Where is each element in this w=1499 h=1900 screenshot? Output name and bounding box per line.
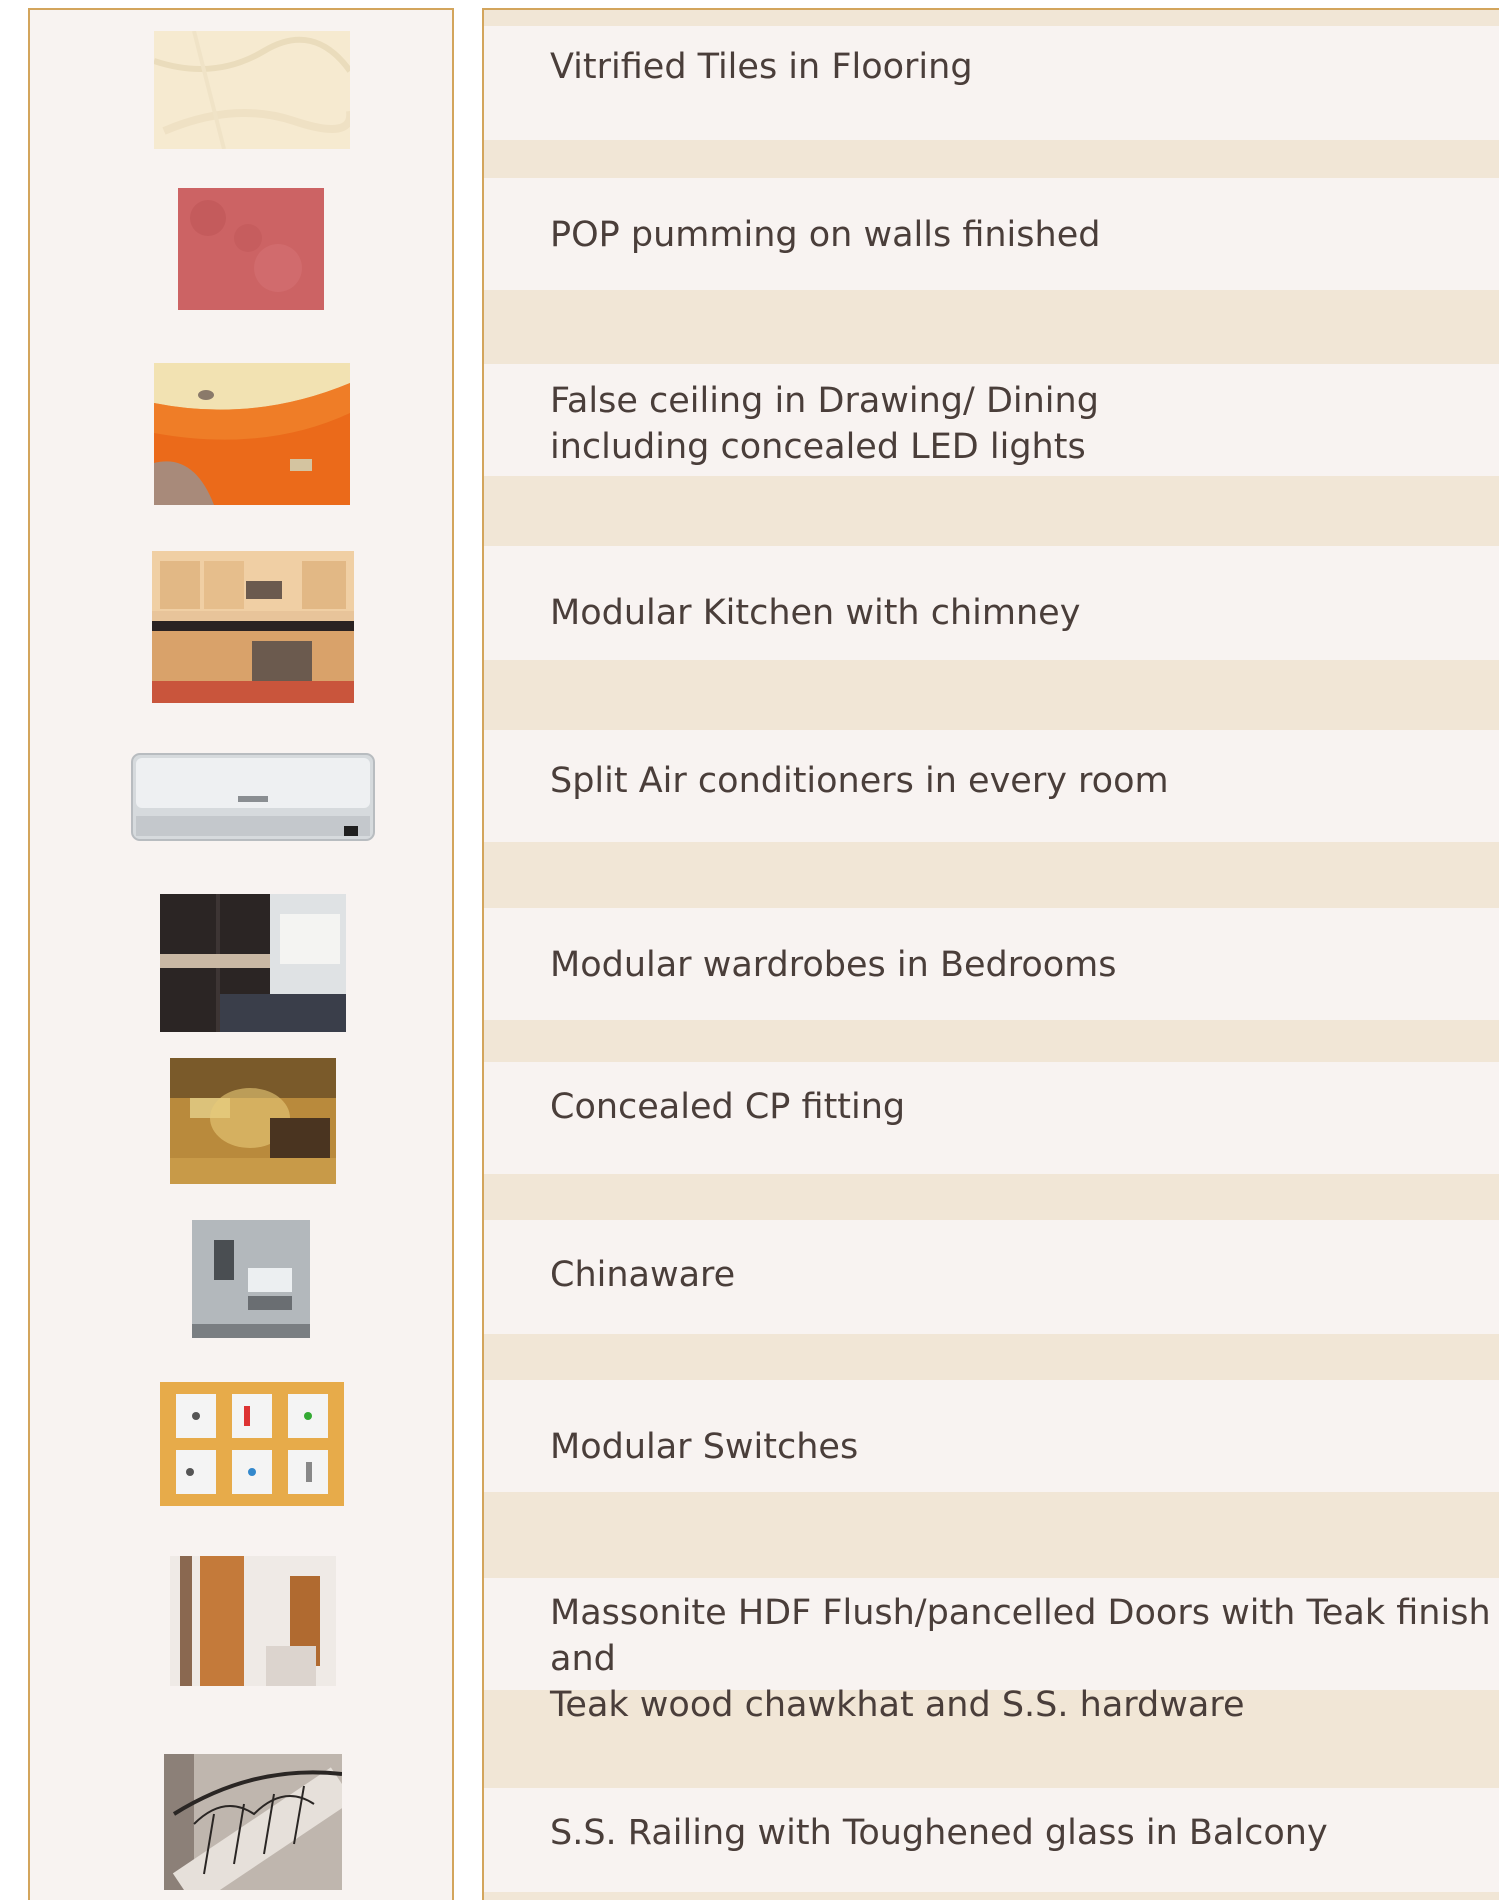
feature-text-ceiling: False ceiling in Drawing/ Dining includi… xyxy=(550,381,1099,467)
separator-band xyxy=(484,140,1499,178)
separator-band xyxy=(484,10,1499,26)
modular-kitchen-photo xyxy=(152,551,354,703)
modular-switches-photo xyxy=(160,1382,344,1506)
separator-band xyxy=(484,1492,1499,1578)
feature-text-flooring: Vitrified Tiles in Flooring xyxy=(550,47,973,87)
feature-text-doors: Massonite HDF Flush/pancelled Doors with… xyxy=(550,1593,1491,1725)
separator-band xyxy=(484,1020,1499,1062)
split-ac-photo xyxy=(130,752,376,842)
wardrobe-bedroom-photo xyxy=(160,894,346,1032)
feature-text-switches: Modular Switches xyxy=(550,1427,859,1467)
false-ceiling-photo xyxy=(154,363,350,505)
feature-list-panel: Vitrified Tiles in Flooring POP pumming … xyxy=(482,8,1499,1900)
separator-band xyxy=(484,842,1499,908)
separator-band xyxy=(484,1174,1499,1220)
separator-band xyxy=(484,1892,1499,1900)
bathroom-fitting-photo xyxy=(170,1058,336,1184)
feature-text-kitchen: Modular Kitchen with chimney xyxy=(550,593,1081,633)
textured-wall-swatch xyxy=(178,188,324,310)
separator-band xyxy=(484,660,1499,730)
teak-door-photo xyxy=(170,1556,336,1686)
feature-text-wardrobes: Modular wardrobes in Bedrooms xyxy=(550,945,1117,985)
separator-band xyxy=(484,290,1499,364)
feature-text-walls: POP pumming on walls finished xyxy=(550,215,1101,255)
feature-text-chinaware: Chinaware xyxy=(550,1255,736,1295)
feature-image-panel xyxy=(28,8,454,1900)
feature-text-cp: Concealed CP fitting xyxy=(550,1087,906,1127)
vitrified-tiles-swatch xyxy=(154,31,350,149)
separator-band xyxy=(484,476,1499,546)
separator-band xyxy=(484,1334,1499,1380)
feature-text-railing: S.S. Railing with Toughened glass in Bal… xyxy=(550,1813,1328,1853)
feature-text-ac: Split Air conditioners in every room xyxy=(550,761,1169,801)
ss-railing-photo xyxy=(164,1754,342,1890)
chinaware-photo xyxy=(192,1220,310,1338)
